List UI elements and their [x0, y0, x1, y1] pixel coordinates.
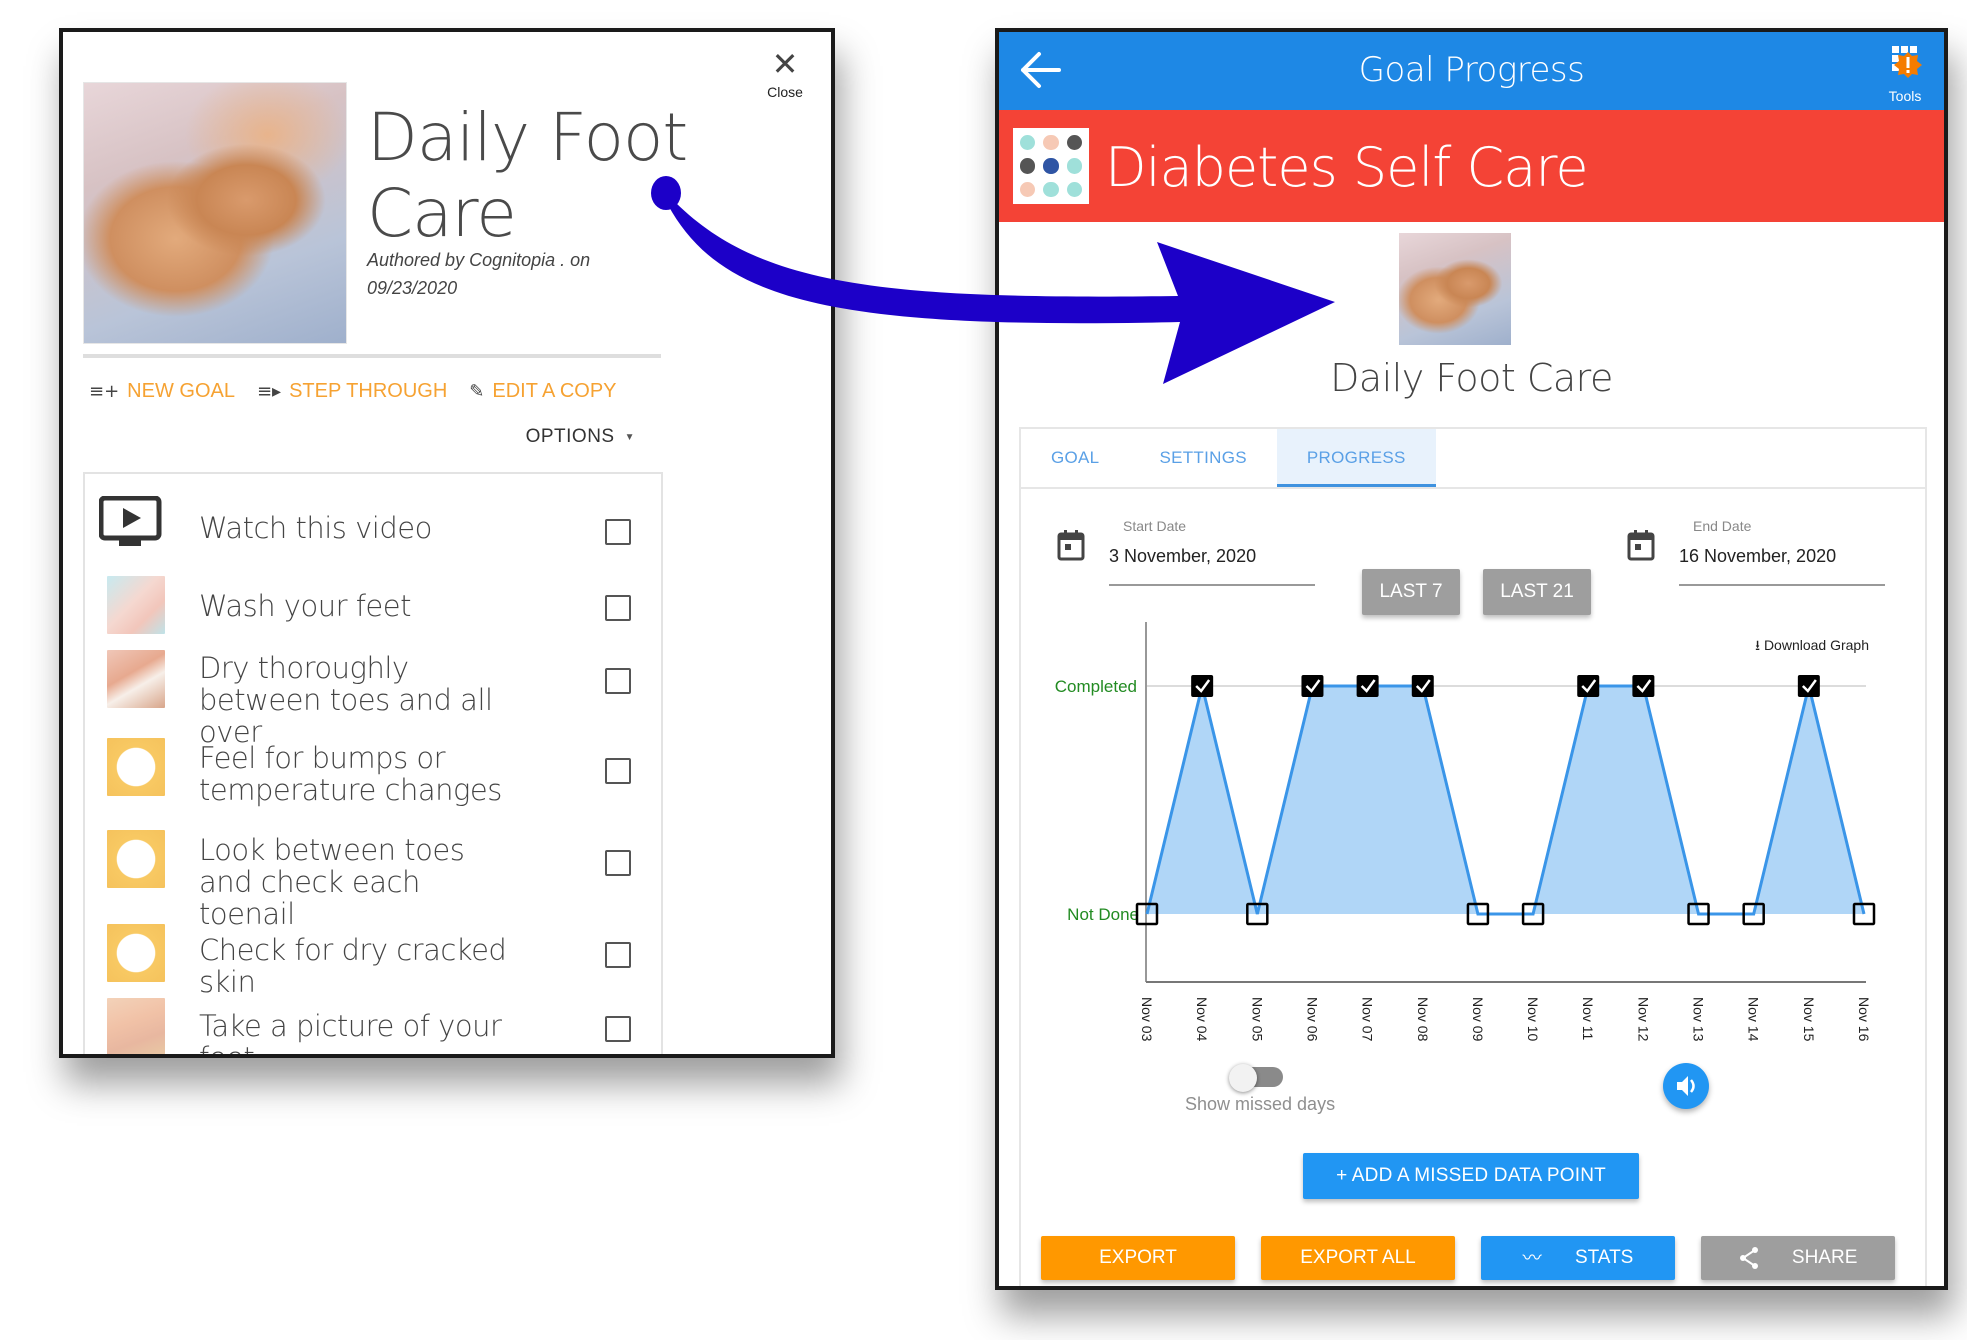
playlist-play-icon: ≡▸ — [256, 381, 282, 402]
completed-marker — [1797, 675, 1820, 697]
show-missed-days-toggle[interactable] — [1229, 1064, 1285, 1092]
x-tick-label: Nov 04 — [1194, 997, 1210, 1042]
x-tick-label: Nov 12 — [1635, 997, 1651, 1042]
list-item[interactable]: Check for dry cracked skin — [85, 922, 661, 998]
goal-detail-panel: ✕ Close Daily Foot Care Authored by Cogn… — [59, 28, 835, 1058]
pencil-icon: ✎ — [469, 381, 485, 402]
step-checkbox[interactable] — [605, 595, 631, 621]
list-item[interactable]: Wash your feet — [85, 574, 661, 638]
audio-button[interactable] — [1663, 1063, 1709, 1109]
y-tick-label: Completed — [1055, 677, 1137, 696]
share-button[interactable]: SHARE — [1701, 1236, 1895, 1280]
share-label: SHARE — [1791, 1247, 1858, 1268]
stats-label: STATS — [1574, 1247, 1634, 1269]
step-text: Take a picture of your feet — [199, 1009, 502, 1058]
export-all-button[interactable]: EXPORT ALL — [1261, 1236, 1455, 1280]
export-button[interactable]: EXPORT — [1041, 1236, 1235, 1280]
video-tv-icon — [99, 496, 162, 546]
stats-button[interactable]: 〰 STATS — [1481, 1236, 1675, 1280]
x-tick-label: Nov 16 — [1856, 997, 1872, 1042]
list-item[interactable]: Take a picture of your feet — [85, 994, 661, 1058]
playlist-add-icon: ≡+ — [89, 381, 120, 402]
edit-copy-button[interactable]: ✎ EDIT A COPY — [469, 380, 616, 403]
x-tick-label: Nov 05 — [1249, 997, 1265, 1042]
completed-marker — [1632, 675, 1655, 697]
goal-author-line: Authored by Cognitopia . on 09/23/2020 — [367, 250, 591, 298]
list-item[interactable]: Watch this video — [85, 496, 661, 560]
caret-down-icon: ▼ — [624, 431, 635, 443]
export-all-label: EXPORT ALL — [1300, 1247, 1416, 1268]
step-text: Look between toes and check each toenail — [199, 833, 465, 931]
completed-marker — [1191, 675, 1214, 697]
x-tick-label: Nov 09 — [1470, 997, 1486, 1042]
x-tick-label: Nov 11 — [1580, 997, 1596, 1041]
toggle-knob — [1229, 1064, 1257, 1092]
step-checkbox[interactable] — [605, 1016, 631, 1042]
composite-screenshot: ✕ Close Daily Foot Care Authored by Cogn… — [0, 0, 1967, 1340]
add-missed-data-point-button[interactable]: + ADD A MISSED DATA POINT — [1303, 1153, 1639, 1199]
options-label: OPTIONS — [525, 426, 615, 447]
goal-title: Daily Foot Care — [367, 99, 688, 252]
step-checkbox[interactable] — [605, 850, 631, 876]
x-tick-label: Nov 10 — [1525, 997, 1541, 1042]
step-text: Feel for bumps or temperature changes — [199, 741, 502, 807]
completed-marker — [1301, 675, 1324, 697]
completed-marker — [1577, 675, 1600, 697]
step-checkbox[interactable] — [605, 758, 631, 784]
list-item[interactable]: Feel for bumps or temperature changes — [85, 736, 661, 808]
step-through-label: STEP THROUGH — [289, 380, 448, 402]
look-toes-image — [107, 830, 165, 888]
x-tick-label: Nov 13 — [1691, 997, 1707, 1042]
x-tick-label: Nov 07 — [1360, 997, 1376, 1042]
close-label: Close — [767, 84, 803, 100]
series-area — [1147, 686, 1864, 914]
share-icon — [1739, 1246, 1758, 1269]
x-tick-label: Nov 08 — [1415, 997, 1431, 1042]
speaker-icon — [1677, 1076, 1695, 1096]
goal-progress-screen: Goal Progress Tools Diabetes Self Care D… — [995, 28, 1948, 1290]
divider — [83, 354, 661, 358]
new-goal-button[interactable]: ≡+ NEW GOAL — [89, 380, 235, 403]
dry-feet-image — [107, 650, 165, 708]
x-tick-label: Nov 03 — [1139, 997, 1155, 1042]
close-icon: ✕ — [771, 45, 799, 83]
list-item[interactable]: Dry thoroughly between toes and all over — [85, 646, 661, 748]
edit-copy-label: EDIT A COPY — [492, 380, 617, 402]
step-checkbox[interactable] — [605, 668, 631, 694]
step-text: Wash your feet — [199, 589, 412, 623]
y-tick-label: Not Done — [1067, 905, 1139, 924]
step-text: Check for dry cracked skin — [199, 933, 507, 999]
goal-hero-image — [83, 82, 347, 344]
options-dropdown[interactable]: OPTIONS ▼ — [526, 426, 635, 448]
progress-chart: Not Done Completed Nov 03 Nov 04 Nov 05 Nov 0… — [1055, 622, 1876, 1042]
trend-icon: 〰 — [1522, 1247, 1542, 1269]
step-checkbox[interactable] — [605, 942, 631, 968]
series-line — [1145, 684, 1866, 916]
step-list: Watch this video Wash your feet Dry thor… — [83, 472, 663, 1058]
x-tick-label: Nov 14 — [1746, 997, 1762, 1042]
step-text: Watch this video — [199, 511, 432, 545]
completed-marker — [1411, 675, 1434, 697]
step-text: Dry thoroughly between toes and all over — [199, 651, 493, 749]
new-goal-label: NEW GOAL — [127, 380, 235, 402]
x-tick-label: Nov 06 — [1304, 997, 1320, 1042]
wash-feet-image — [107, 576, 165, 634]
step-through-button[interactable]: ≡▸ STEP THROUGH — [257, 380, 447, 403]
dry-skin-image — [107, 924, 165, 982]
close-button[interactable]: ✕ Close — [755, 48, 815, 100]
export-label: EXPORT — [1099, 1247, 1177, 1268]
show-missed-days-label: Show missed days — [1185, 1094, 1336, 1114]
goal-actions: ≡+ NEW GOAL ≡▸ STEP THROUGH ✎ EDIT A COP… — [89, 380, 617, 403]
completed-marker — [1356, 675, 1379, 697]
step-checkbox[interactable] — [605, 519, 631, 545]
feel-bumps-image — [107, 738, 165, 796]
feet-photo-image — [107, 998, 165, 1054]
x-tick-label: Nov 15 — [1801, 997, 1817, 1042]
list-item[interactable]: Look between toes and check each toenail — [85, 828, 661, 930]
